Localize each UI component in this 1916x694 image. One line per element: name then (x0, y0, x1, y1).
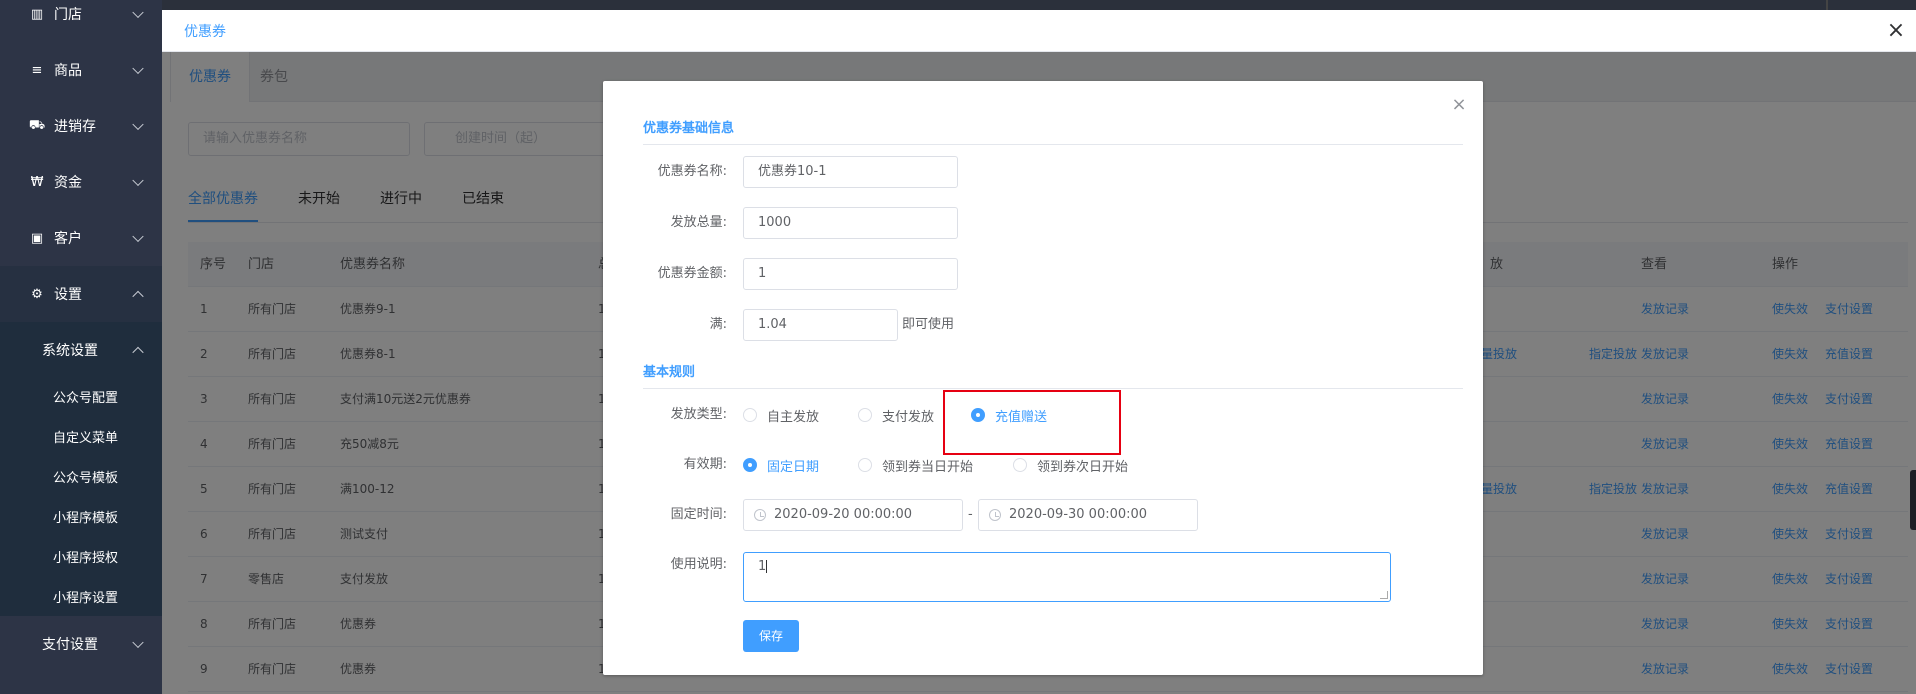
save-button[interactable]: 保存 (743, 620, 799, 652)
sub-item-custom-menu[interactable]: 自定义菜单 (0, 416, 162, 456)
radio-label: 领到券次日开始 (1037, 459, 1129, 475)
chevron-down-icon (132, 6, 144, 19)
min-spend-input[interactable]: 1.04 (743, 309, 898, 341)
usage-label: 使用说明: (670, 557, 727, 572)
chevron-down-icon (132, 62, 144, 75)
drawer-close-button[interactable]: × (1876, 18, 1916, 44)
radio-self-issue[interactable]: 自主发放 (743, 399, 819, 431)
radio-payment-issue[interactable]: 支付发放 (858, 399, 934, 431)
section-basic-title: 优惠券基础信息 (643, 121, 735, 136)
usage-text: 1 (758, 559, 767, 574)
menu-item-pay-settings[interactable]: 支付设置 (0, 616, 162, 672)
coupon-name-input[interactable]: 优惠券10-1 (743, 156, 958, 188)
top-bar (162, 0, 1916, 10)
date-range-separator: - (968, 507, 973, 522)
menu-item-store[interactable]: ▥ 门店 (0, 0, 162, 42)
radio-same-day-start[interactable]: 领到券当日开始 (858, 449, 973, 481)
menu-item-label: 资金 (54, 175, 82, 191)
chevron-down-icon (132, 118, 144, 131)
coupon-amount-input[interactable]: 1 (743, 258, 958, 290)
total-quantity-label: 发放总量: (670, 215, 727, 230)
coupon-edit-modal: × 优惠券基础信息 优惠券名称: 优惠券10-1 发放总量: 1000 优惠券金… (603, 81, 1483, 675)
chevron-down-icon (132, 636, 144, 649)
usage-textarea[interactable]: 1 (743, 552, 1391, 602)
sub-item-miniprogram-auth[interactable]: 小程序授权 (0, 536, 162, 576)
chevron-up-icon (132, 290, 144, 303)
radio-label: 自主发放 (767, 409, 820, 425)
total-quantity-input[interactable]: 1000 (743, 207, 958, 239)
coupon-name-label: 优惠券名称: (657, 164, 727, 179)
gear-icon: ⚙ (31, 286, 43, 302)
radio-fixed-date[interactable]: 固定日期 (743, 449, 819, 481)
clock-icon (754, 509, 766, 521)
modal-close-button[interactable]: × (1449, 95, 1469, 115)
chevron-down-icon (132, 230, 144, 243)
sub-item-official-account[interactable]: 公众号配置 (0, 376, 162, 416)
menu-item-customers[interactable]: ▣ 客户 (0, 210, 162, 266)
section-basic-divider (643, 144, 1463, 145)
truck-icon: ⛟ (28, 117, 46, 133)
radio-dot (743, 408, 757, 422)
radio-label: 领到券当日开始 (882, 459, 974, 475)
issue-type-label: 发放类型: (670, 407, 727, 422)
sub-item-miniprogram-settings[interactable]: 小程序设置 (0, 576, 162, 616)
menu-item-label: 门店 (54, 7, 82, 23)
end-date-input[interactable]: 2020-09-30 00:00:00 (978, 499, 1198, 531)
store-icon: ▥ (30, 6, 44, 22)
radio-dot (858, 408, 872, 422)
won-icon: ₩ (30, 174, 44, 190)
start-date-input[interactable]: 2020-09-20 00:00:00 (743, 499, 963, 531)
submenu-title-label: 系统设置 (42, 343, 98, 359)
menu-item-funds[interactable]: ₩ 资金 (0, 154, 162, 210)
menu-item-label: 进销存 (54, 119, 96, 135)
sub-item-account-template[interactable]: 公众号模板 (0, 456, 162, 496)
menu-item-label: 客户 (54, 231, 82, 247)
radio-label: 支付发放 (882, 409, 935, 425)
chevron-down-icon (132, 174, 144, 187)
radio-dot-selected (743, 458, 757, 472)
fixed-time-label: 固定时间: (670, 507, 727, 522)
end-date-value: 2020-09-30 00:00:00 (1009, 507, 1148, 522)
id-card-icon: ▣ (30, 230, 44, 246)
menu-item-label: 商品 (54, 63, 82, 79)
drawer-header: 优惠券 × (162, 10, 1916, 52)
resize-handle[interactable] (1380, 591, 1388, 599)
radio-label: 固定日期 (767, 459, 820, 475)
list-icon: ≡ (31, 62, 43, 78)
clock-icon (989, 509, 1001, 521)
chevron-up-icon (132, 346, 144, 359)
top-bar-divider (1826, 0, 1828, 10)
coupon-amount-label: 优惠券金额: (657, 266, 727, 281)
submenu-system-settings[interactable]: 系统设置 (0, 322, 162, 378)
menu-item-goods[interactable]: ≡ 商品 (0, 42, 162, 98)
menu-item-settings[interactable]: ⚙ 设置 (0, 266, 162, 322)
drawer-title: 优惠券 (184, 24, 226, 40)
menu-item-label: 设置 (54, 287, 82, 303)
radio-dot (858, 458, 872, 472)
sub-item-miniprogram-template[interactable]: 小程序模板 (0, 496, 162, 536)
menu-item-inventory[interactable]: ⛟ 进销存 (0, 98, 162, 154)
min-spend-suffix: 即可使用 (902, 317, 955, 332)
text-caret (766, 560, 768, 573)
sidebar: ▥ 门店 ≡ 商品 ⛟ 进销存 ₩ 资金 ▣ 客户 ⚙ 设置 系统设置 公众号配… (0, 0, 162, 694)
submenu-list: 公众号配置 自定义菜单 公众号模板 小程序模板 小程序授权 小程序设置 (0, 376, 162, 616)
radio-next-day-start[interactable]: 领到券次日开始 (1013, 449, 1128, 481)
section-rules-divider (643, 388, 1463, 389)
validity-label: 有效期: (683, 457, 727, 472)
pay-settings-label: 支付设置 (42, 637, 98, 653)
min-spend-label: 满: (709, 317, 727, 332)
highlight-annotation (943, 390, 1121, 455)
start-date-value: 2020-09-20 00:00:00 (774, 507, 913, 522)
section-rules-title: 基本规则 (643, 365, 696, 380)
radio-dot (1013, 458, 1027, 472)
